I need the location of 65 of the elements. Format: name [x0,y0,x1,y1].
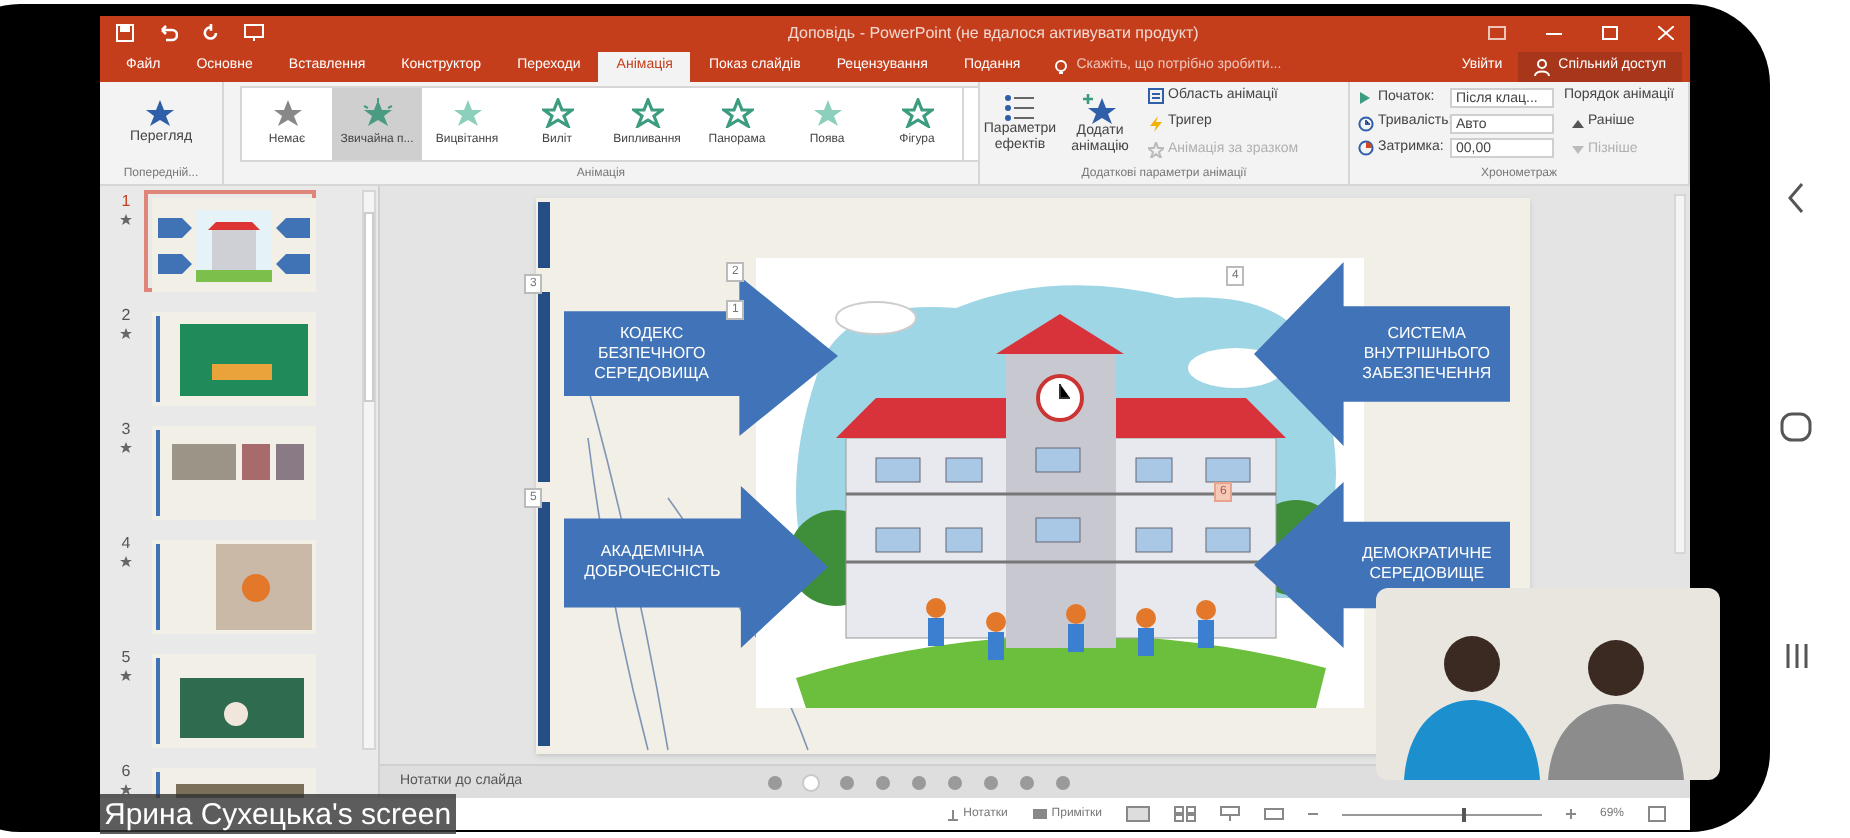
home-icon[interactable] [1780,412,1812,442]
star-icon [811,97,843,127]
star-icon [120,784,132,796]
fit-slide-icon[interactable] [1648,806,1666,822]
close-icon[interactable] [1658,26,1674,40]
lightbulb-icon [1054,59,1069,75]
comment-icon [1031,807,1048,821]
star-icon [901,97,933,127]
slideshow-icon[interactable] [1263,806,1284,822]
star-icon [721,97,753,127]
star-icon [1148,142,1164,158]
star-icon [120,442,132,454]
ribbon-options-icon[interactable] [1488,26,1506,40]
slide-number: 3 [121,418,131,442]
vertical-bar [538,202,550,268]
lightning-icon [1148,115,1164,131]
slide-number: 2 [121,304,131,328]
star-plus-icon [1082,91,1118,123]
slider-thumb[interactable] [1461,807,1466,821]
star-icon [451,97,483,127]
repeat-icon[interactable] [202,24,220,42]
star-icon [120,556,132,568]
recent-apps-icon[interactable] [1784,642,1810,670]
save-icon[interactable] [116,24,134,42]
slide-number: 6 [121,760,131,784]
star-icon [541,97,573,127]
star-icon [120,214,132,226]
undo-icon[interactable] [158,24,178,42]
scrollbar[interactable] [362,190,376,750]
slide-thumbnail[interactable] [144,190,316,292]
person-icon [1534,58,1551,76]
slide-number: 5 [121,646,131,670]
presentation-icon[interactable] [244,24,264,42]
star-icon [631,97,663,127]
down-triangle-icon [1572,144,1584,156]
reading-view-icon[interactable] [1219,806,1240,822]
arrow-label: КОДЕКС БЕЗПЕЧНОГО СЕРЕДОВИЩА [592,321,712,386]
scrollbar[interactable] [1674,194,1686,554]
slide-number: 1 [121,190,131,214]
maximize-icon[interactable] [1602,26,1618,40]
play-icon [1358,90,1374,106]
window-title: Доповідь - PowerPoint (не вдалося активувати продукт) [788,21,1199,45]
zoom-in-icon[interactable] [1565,808,1576,820]
normal-view-icon[interactable] [1125,806,1150,822]
notes-icon [945,807,960,821]
clock-icon [1358,115,1374,131]
star-icon [144,97,177,128]
pane-icon [1148,88,1164,104]
up-triangle-icon [1572,117,1584,129]
slide-sorter-icon[interactable] [1173,806,1196,822]
star-icon [120,670,132,682]
star-icon [361,97,393,127]
zoom-out-icon[interactable] [1307,808,1318,820]
screen-share-label: Ярина Сухецька's screen [104,799,452,829]
back-icon[interactable] [1786,182,1806,214]
clock-icon [1358,140,1374,156]
star-icon [271,97,303,127]
person-silhouette [1548,640,1684,780]
list-icon [1004,93,1036,121]
arrow-label: СИСТЕМА ВНУТРІШНЬОГО ЗАБЕЗПЕЧЕННЯ [1360,321,1494,386]
slide-number: 4 [121,532,131,556]
arrow-label: ДЕМОКРАТИЧНЕ СЕРЕДОВИЩЕ [1359,542,1494,587]
person-silhouette [1404,636,1540,780]
arrow-label: АКАДЕМІЧНА ДОБРОЧЕСНІСТЬ [582,540,723,585]
star-icon [120,328,132,340]
